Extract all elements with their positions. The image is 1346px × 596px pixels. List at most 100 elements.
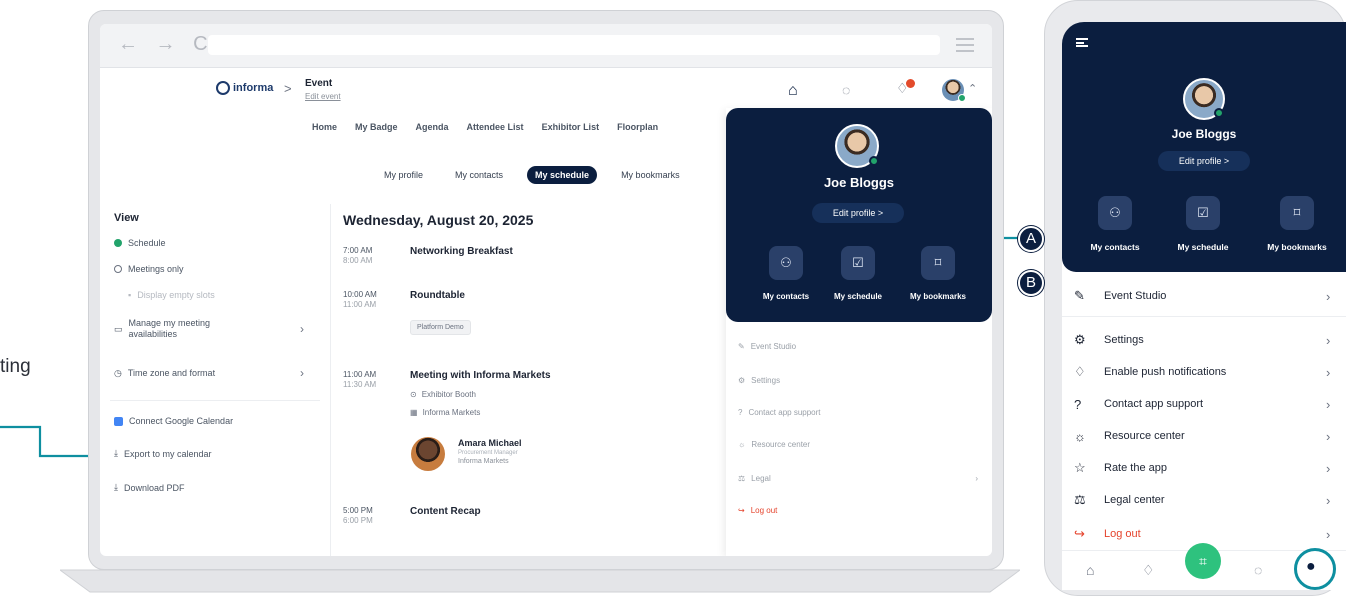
callout-a: A (1018, 226, 1044, 252)
nav-exhibitor-list[interactable]: Exhibitor List (542, 122, 600, 132)
scan-qr-button[interactable]: ⌗ (1185, 543, 1221, 579)
toggle-icon: ▪ (128, 290, 132, 300)
phone-tile-bookmarks[interactable]: ⌑ My bookmarks (1252, 196, 1342, 252)
dropdown-log-out[interactable]: ↪ Log out (738, 506, 777, 515)
menu-label: Resource center (751, 440, 811, 449)
online-status-dot (869, 156, 879, 166)
support-icon: ? (738, 408, 743, 417)
connect-google-label: Connect Google Calendar (129, 416, 234, 426)
tab-my-profile[interactable]: My profile (376, 166, 431, 184)
dropdown-tile-bookmarks[interactable]: ⌑ My bookmarks (898, 246, 978, 301)
radio-unselected-icon (114, 265, 122, 273)
display-empty-slots-toggle[interactable]: ▪ Display empty slots (128, 290, 215, 300)
support-icon: ? (1074, 396, 1082, 412)
gavel-icon: ⚖ (1074, 492, 1086, 507)
menu-label: Enable push notifications (1104, 366, 1227, 378)
dropdown-tile-contacts[interactable]: ⚇ My contacts (746, 246, 826, 301)
dropdown-edit-profile-button[interactable]: Edit profile > (812, 203, 904, 223)
menu-label: Event Studio (1104, 290, 1167, 302)
home-icon[interactable]: ⌂ (788, 82, 798, 100)
chevron-right-icon: › (300, 322, 304, 336)
event-company: ▦ Informa Markets (410, 408, 480, 417)
dropdown-resource-center[interactable]: ☼ Resource center (738, 440, 810, 449)
event-start-time: 10:00 AM (343, 290, 377, 299)
nav-home[interactable]: Home (312, 122, 337, 132)
dropdown-settings[interactable]: ⚙ Settings (738, 376, 780, 385)
chevron-right-icon: › (1326, 460, 1331, 476)
phone-tile-schedule[interactable]: ☑ My schedule (1158, 196, 1248, 252)
sidebar-divider (110, 400, 320, 401)
event-title[interactable]: Meeting with Informa Markets (410, 370, 551, 381)
tab-my-bookmarks[interactable]: My bookmarks (613, 166, 688, 184)
gavel-icon: ⚖ (738, 474, 746, 483)
view-schedule-label: Schedule (128, 238, 166, 248)
event-title[interactable]: Content Recap (410, 506, 481, 517)
edit-event-link[interactable]: Edit event (305, 92, 341, 101)
browser-nav-arrows[interactable]: ← → C (118, 33, 214, 56)
menu-label: Legal (751, 474, 771, 483)
dropdown-tile-schedule[interactable]: ☑ My schedule (818, 246, 898, 301)
lightbulb-icon: ☼ (738, 440, 746, 449)
phone-tile-contacts[interactable]: ⚇ My contacts (1070, 196, 1160, 252)
bookmark-icon: ⌑ (921, 246, 955, 280)
view-meetings-option[interactable]: Meetings only (114, 264, 184, 274)
attendee-avatar[interactable] (411, 437, 445, 471)
logout-icon: ↪ (738, 506, 745, 515)
menu-label: Resource center (1104, 430, 1185, 442)
download-pdf[interactable]: ⤓ Download PDF (114, 482, 185, 493)
event-title[interactable]: Networking Breakfast (410, 246, 513, 257)
laptop-base (60, 569, 1020, 593)
phone-menu-rate-app[interactable]: ☆ Rate the app › (1074, 456, 1340, 480)
bell-icon: ♢ (1074, 364, 1086, 379)
nav-agenda[interactable]: Agenda (416, 122, 449, 132)
tab-my-contacts[interactable]: My contacts (447, 166, 511, 184)
manage-availabilities-label: Manage my meeting availabilities (128, 318, 211, 339)
dropdown-legal[interactable]: ⚖ Legal › (738, 474, 978, 483)
nav-attendee-list[interactable]: Attendee List (467, 122, 524, 132)
logout-icon: ↪ (1074, 526, 1085, 541)
home-icon[interactable]: ⌂ (1086, 562, 1094, 578)
event-end-time: 8:00 AM (343, 256, 373, 265)
event-time: 5:00 PM 6:00 PM (343, 506, 373, 526)
chat-icon[interactable]: ◌ (842, 82, 850, 98)
menu-label: Contact app support (1104, 398, 1204, 410)
event-time: 10:00 AM 11:00 AM (343, 290, 377, 310)
phone-edit-profile-button[interactable]: Edit profile > (1158, 151, 1250, 171)
nav-my-badge[interactable]: My Badge (355, 122, 398, 132)
connect-google-calendar[interactable]: Connect Google Calendar (114, 416, 233, 426)
dropdown-contact-support[interactable]: ? Contact app support (738, 408, 821, 417)
hamburger-menu-icon[interactable] (1076, 38, 1088, 47)
browser-menu-icon[interactable] (956, 38, 974, 52)
manage-availabilities-row[interactable]: ▭ Manage my meeting availabilities › (114, 318, 304, 340)
bookmark-icon: ⌑ (1280, 196, 1314, 230)
google-calendar-icon (114, 416, 123, 426)
export-calendar[interactable]: ⤓ Export to my calendar (114, 448, 212, 459)
informa-logo[interactable]: informa (216, 81, 273, 95)
person-icon[interactable]: ● (1306, 558, 1316, 576)
time-zone-row[interactable]: ◷ Time zone and format › (114, 366, 304, 380)
event-end-time: 11:00 AM (343, 300, 377, 309)
contacts-icon: ⚇ (1098, 196, 1132, 230)
event-title[interactable]: Roundtable (410, 290, 465, 301)
chat-icon[interactable]: ◌ (1254, 562, 1262, 578)
tile-label: My bookmarks (1267, 242, 1327, 252)
attendee-name[interactable]: Amara Michael (458, 438, 522, 448)
tile-label: My contacts (1090, 242, 1140, 252)
nav-floorplan[interactable]: Floorplan (617, 122, 658, 132)
tab-my-schedule[interactable]: My schedule (527, 166, 598, 184)
phone-menu-push-notifications[interactable]: ♢ Enable push notifications › (1074, 360, 1340, 384)
breadcrumb-separator: > (284, 81, 292, 96)
phone-menu-event-studio[interactable]: ✎ Event Studio › (1074, 284, 1340, 308)
phone-menu-legal-center[interactable]: ⚖ Legal center › (1074, 488, 1340, 512)
url-bar[interactable] (208, 35, 940, 55)
phone-menu-resource-center[interactable]: ☼ Resource center › (1074, 424, 1340, 448)
profile-tabs: My profile My contacts My schedule My bo… (376, 166, 688, 184)
phone-menu-contact-support[interactable]: ? Contact app support › (1074, 392, 1340, 416)
bell-icon[interactable]: ♢ (1142, 562, 1155, 579)
phone-menu-settings[interactable]: ⚙ Settings › (1074, 328, 1340, 352)
view-schedule-option[interactable]: Schedule (114, 238, 166, 248)
chevron-up-icon[interactable]: ⌃ (968, 82, 977, 95)
event-end-time: 6:00 PM (343, 516, 373, 525)
dropdown-event-studio[interactable]: ✎ Event Studio (738, 342, 796, 351)
phone-menu-log-out[interactable]: ↪ Log out › (1074, 522, 1340, 546)
